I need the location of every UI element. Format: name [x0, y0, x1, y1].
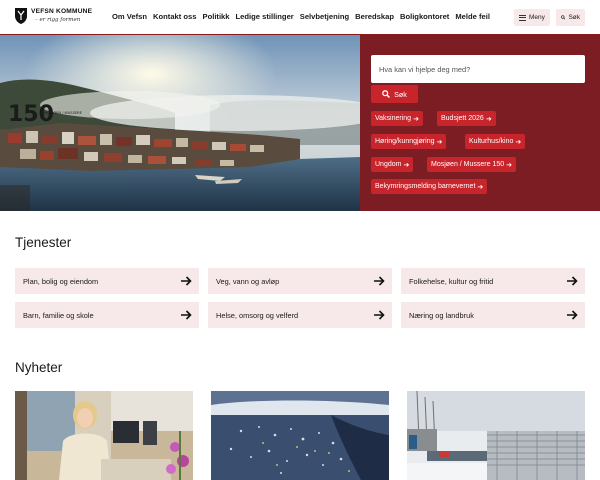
service-helse-omsorg-velferd[interactable]: Helse, omsorg og velferd [208, 302, 392, 328]
logo-name: VEFSN KOMMUNE [31, 8, 93, 15]
header-search-button[interactable]: Søk [556, 9, 585, 26]
arrow-right-icon: ➔ [477, 183, 484, 191]
overlay-text: MOSJØEN / MUSSERE [44, 110, 83, 115]
hero-search-button[interactable]: Søk [371, 85, 418, 103]
search-icon [561, 15, 566, 20]
quick-link-vaksinering[interactable]: Vaksinering ➔ [371, 111, 423, 126]
quick-link-label: Bekymringsmelding barnevernet [375, 183, 476, 190]
nav-politikk[interactable]: Politikk [203, 12, 230, 21]
service-barn-familie-skole[interactable]: Barn, familie og skole [15, 302, 199, 328]
hero-search-input[interactable] [371, 55, 585, 83]
hamburger-icon [519, 14, 526, 21]
nav-selvbetjening[interactable]: Selvbetjening [300, 12, 349, 21]
arrow-right-icon: ➔ [485, 115, 492, 123]
news-image-aerial-winter-town [211, 391, 389, 480]
search-label: Søk [568, 14, 580, 21]
quick-link-label: Budsjett 2026 [441, 115, 484, 122]
nav-boligkontoret[interactable]: Boligkontoret [400, 12, 449, 21]
service-folkehelse-kultur-fritid[interactable]: Folkehelse, kultur og fritid [401, 268, 585, 294]
news-item-aerial-town[interactable] [211, 391, 389, 480]
nav-kontakt-oss[interactable]: Kontakt oss [153, 12, 196, 21]
quick-link-label: Mosjøen / Mussere 150 [431, 161, 505, 168]
quick-link-bekymringsmelding[interactable]: Bekymringsmelding barnevernet ➔ [371, 179, 488, 194]
menu-label: Meny [529, 14, 545, 21]
news-image-snowy-street [407, 391, 585, 480]
arrow-right-icon: ➔ [436, 138, 443, 146]
quick-link-kulturhus[interactable]: Kulturhus/kino ➔ [465, 134, 526, 149]
hero-image: 150 MOSJØEN / MUSSERE [0, 35, 360, 211]
arrow-right-icon [374, 276, 385, 286]
coat-of-arms-icon [15, 8, 27, 24]
arrow-right-icon [181, 310, 192, 320]
arrow-right-icon: ➔ [403, 161, 410, 169]
quick-link-horing[interactable]: Høring/kunngjøring ➔ [371, 134, 447, 149]
arrow-right-icon: ➔ [506, 161, 513, 169]
arrow-right-icon [374, 310, 385, 320]
quick-link-label: Vaksinering [375, 115, 412, 122]
arrow-right-icon: ➔ [413, 115, 419, 123]
search-icon [382, 90, 391, 98]
menu-button[interactable]: Meny [514, 9, 550, 26]
service-label: Veg, vann og avløp [216, 276, 280, 286]
site-logo[interactable]: VEFSN KOMMUNE – er rigg formen [14, 7, 98, 29]
nav-beredskap[interactable]: Beredskap [355, 12, 394, 21]
town-fjord-photo: 150 MOSJØEN / MUSSERE [0, 35, 360, 211]
service-label: Plan, bolig og eiendom [23, 276, 99, 286]
news-item-snowy-buildings[interactable] [407, 391, 585, 480]
quick-link-ungdom[interactable]: Ungdom ➔ [371, 157, 414, 172]
news-image-office [15, 391, 193, 480]
nav-melde-feil[interactable]: Melde feil [455, 12, 490, 21]
arrow-right-icon [567, 276, 578, 286]
services-title: Tjenester [15, 235, 72, 250]
quick-link-mosjoen-150[interactable]: Mosjøen / Mussere 150 ➔ [427, 157, 517, 172]
nav-om-vefsn[interactable]: Om Vefsn [112, 12, 147, 21]
site-header: VEFSN KOMMUNE – er rigg formen Om Vefsn … [0, 0, 600, 35]
service-veg-vann-avlop[interactable]: Veg, vann og avløp [208, 268, 392, 294]
quick-link-budsjett[interactable]: Budsjett 2026 ➔ [437, 111, 496, 126]
service-plan-bolig-eiendom[interactable]: Plan, bolig og eiendom [15, 268, 199, 294]
hero-search-panel: Søk Vaksinering➔ Budsjett 2026➔ Høring/k… [360, 35, 600, 211]
logo-motto: – er rigg formen [35, 17, 81, 23]
arrow-right-icon: ➔ [515, 138, 522, 146]
quick-link-label: Høring/kunngjøring [375, 138, 435, 145]
service-label: Folkehelse, kultur og fritid [409, 276, 494, 286]
nav-ledige-stillinger[interactable]: Ledige stillinger [236, 12, 294, 21]
quick-link-label: Ungdom [375, 161, 402, 168]
service-label: Barn, familie og skole [23, 310, 94, 320]
hero-search-label: Søk [394, 89, 407, 99]
arrow-right-icon [181, 276, 192, 286]
quick-link-label: Kulturhus/kino [469, 138, 514, 145]
arrow-right-icon [567, 310, 578, 320]
service-label: Helse, omsorg og velferd [216, 310, 299, 320]
service-naering-landbruk[interactable]: Næring og landbruk [401, 302, 585, 328]
service-label: Næring og landbruk [409, 310, 474, 320]
news-item-office-photo[interactable] [15, 391, 193, 480]
main-nav: Om Vefsn Kontakt oss Politikk Ledige sti… [112, 12, 490, 21]
news-title: Nyheter [15, 360, 63, 375]
